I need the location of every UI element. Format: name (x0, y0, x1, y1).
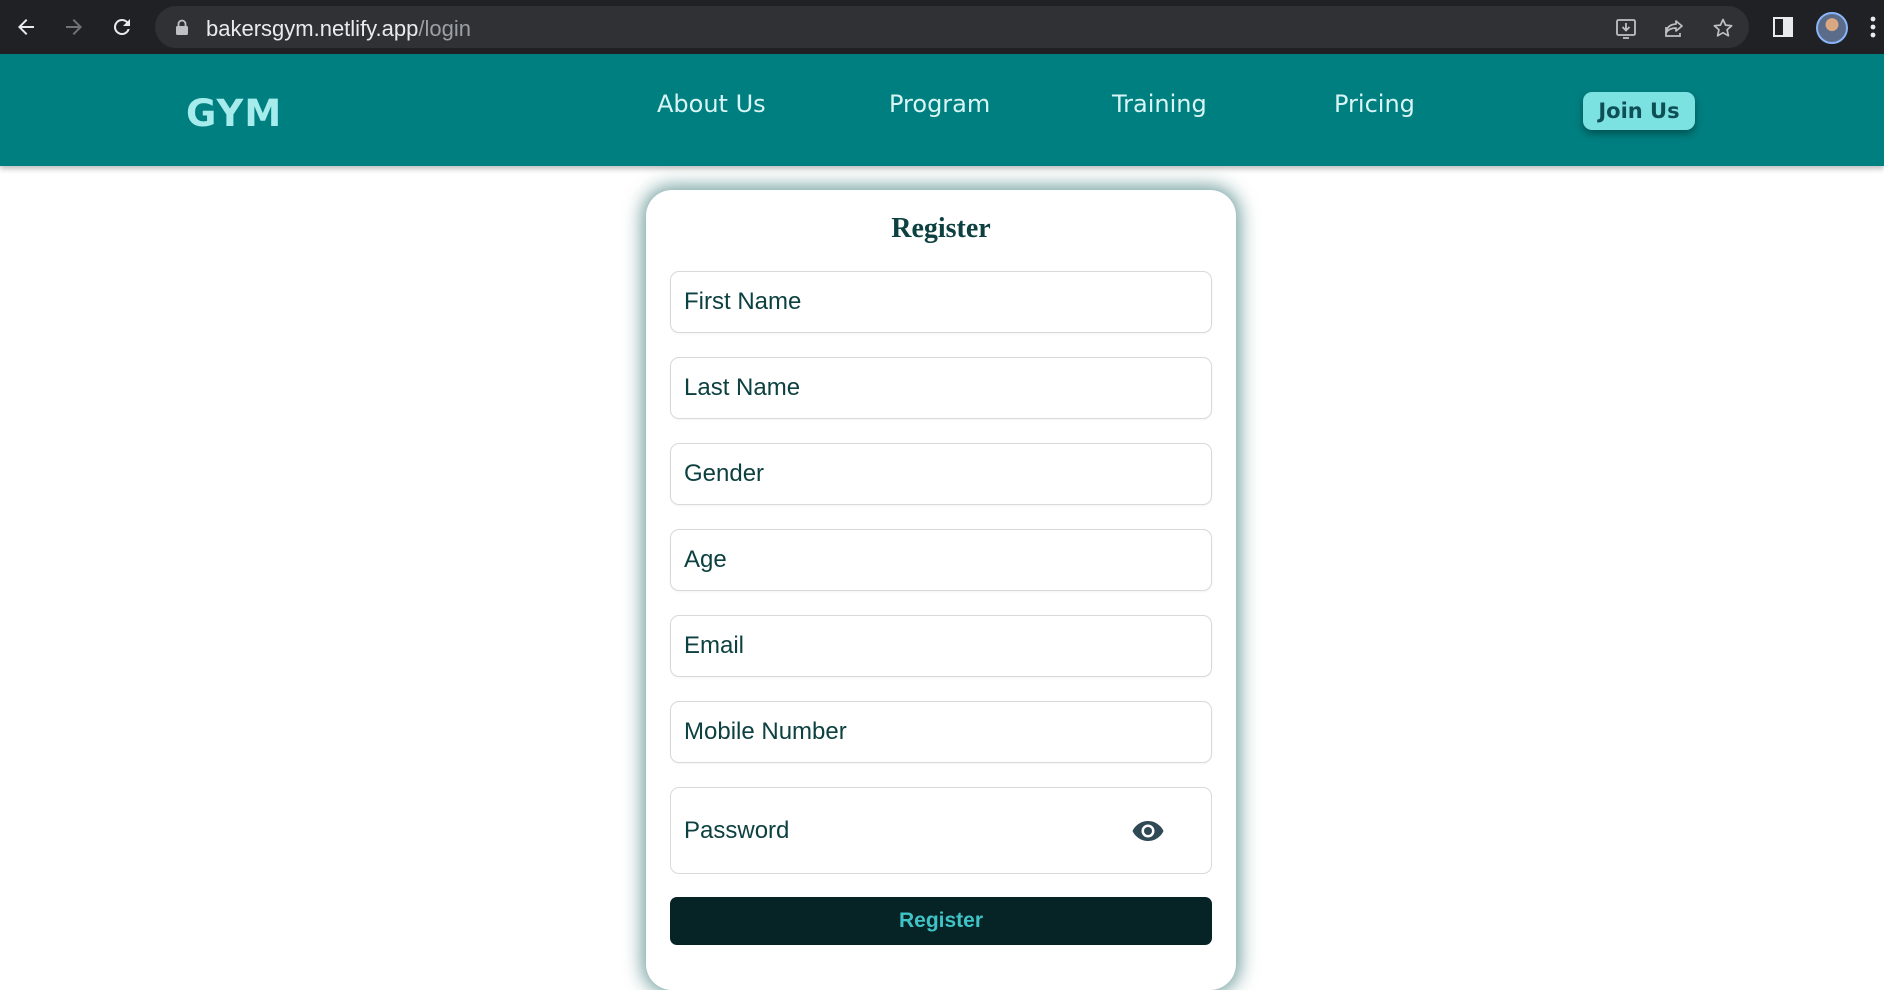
register-submit-button[interactable]: Register (670, 897, 1212, 945)
join-us-button[interactable]: Join Us (1583, 92, 1695, 130)
site-header: GYM About Us Program Training Pricing Jo… (0, 54, 1884, 166)
password-field (670, 787, 1212, 874)
share-icon[interactable] (1661, 15, 1687, 41)
password-input[interactable] (671, 788, 1131, 873)
email-input[interactable] (670, 615, 1212, 677)
eye-icon[interactable] (1131, 815, 1165, 847)
bookmark-star-icon[interactable] (1710, 15, 1736, 41)
side-panel-icon[interactable] (1768, 12, 1798, 42)
reload-icon[interactable] (107, 12, 137, 42)
last-name-input[interactable] (670, 357, 1212, 419)
nav-pricing[interactable]: Pricing (1334, 90, 1415, 118)
nav-about-us[interactable]: About Us (657, 90, 766, 118)
profile-avatar[interactable] (1816, 12, 1848, 44)
url-host: bakersgym.netlify.app (206, 16, 419, 41)
forward-icon[interactable] (59, 12, 89, 42)
gender-input[interactable] (670, 443, 1212, 505)
register-title: Register (891, 213, 991, 244)
url-path: /login (418, 16, 471, 41)
site-logo[interactable]: GYM (186, 92, 282, 135)
lock-icon (175, 19, 189, 41)
first-name-input[interactable] (670, 271, 1212, 333)
mobile-number-input[interactable] (670, 701, 1212, 763)
nav-training[interactable]: Training (1112, 90, 1207, 118)
url-text: bakersgym.netlify.app/login (206, 16, 471, 42)
age-input[interactable] (670, 529, 1212, 591)
register-card: Register Register (646, 190, 1236, 990)
nav-program[interactable]: Program (889, 90, 990, 118)
install-icon[interactable] (1613, 15, 1639, 41)
kebab-menu-icon[interactable] (1866, 12, 1880, 42)
back-icon[interactable] (11, 12, 41, 42)
address-bar[interactable]: bakersgym.netlify.app/login (155, 6, 1749, 48)
browser-toolbar: bakersgym.netlify.app/login (0, 0, 1884, 54)
